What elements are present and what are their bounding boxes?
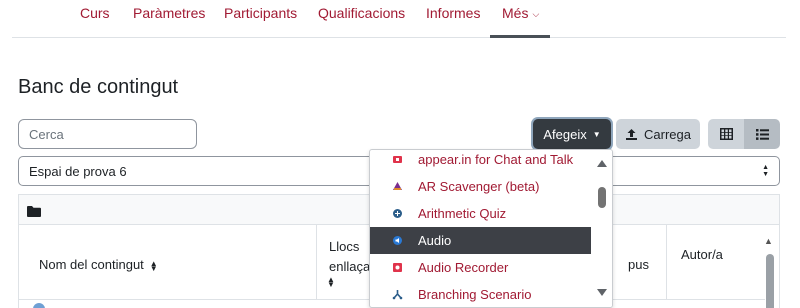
column-header-author[interactable]: Autor/a: [667, 225, 765, 299]
nav-item-course[interactable]: Curs: [80, 5, 110, 21]
menu-item-label: Audio: [418, 233, 452, 248]
nav-item-grades[interactable]: Qualificacions: [318, 5, 405, 21]
scroll-down-arrow-icon[interactable]: [597, 289, 607, 296]
add-button-label: Afegeix: [543, 126, 587, 142]
menu-item-ar-scavenger[interactable]: AR Scavenger (beta): [370, 173, 591, 200]
menu-item-appear-in[interactable]: appear.in for Chat and Talk: [370, 150, 591, 173]
menu-scrollbar-thumb[interactable]: [598, 187, 606, 208]
column-header-name-label: Nom del contingut: [39, 257, 144, 272]
upload-button-label: Carrega: [644, 126, 691, 142]
grid-view-button[interactable]: [708, 119, 744, 149]
menu-item-audio[interactable]: Audio: [370, 227, 591, 254]
menu-item-audio-recorder[interactable]: Audio Recorder: [370, 254, 591, 281]
menu-item-label: Arithmetic Quiz: [418, 206, 507, 221]
select-arrows-icon: ▲ ▼: [762, 164, 769, 178]
menu-item-arithmetic-quiz[interactable]: Arithmetic Quiz: [370, 200, 591, 227]
chevron-down-icon: ▼: [592, 129, 601, 139]
grid-icon: [719, 128, 733, 140]
sort-icon: ▲ ▼: [149, 258, 158, 273]
nav-item-more-label: Més: [502, 5, 529, 21]
add-button[interactable]: Afegeix ▼: [533, 119, 611, 149]
menu-item-label: Branching Scenario: [418, 287, 532, 302]
menu-item-label: appear.in for Chat and Talk: [418, 152, 574, 167]
scroll-up-icon: ▲: [764, 236, 773, 246]
scroll-up-arrow-icon[interactable]: [597, 160, 607, 167]
nav-item-settings[interactable]: Paràmetres: [133, 5, 205, 21]
nav-item-more[interactable]: Més ⌵: [490, 5, 550, 38]
nav-item-reports[interactable]: Informes: [426, 5, 480, 21]
column-header-name[interactable]: Nom del contingut ▲ ▼: [19, 225, 317, 299]
context-select-value: Espai de prova 6: [29, 163, 127, 179]
branching-scenario-icon: [392, 289, 403, 300]
upload-button[interactable]: Carrega: [616, 119, 700, 149]
nav-item-participants[interactable]: Participants: [224, 5, 297, 21]
list-view-button[interactable]: [744, 119, 780, 149]
page-title: Banc de contingut: [18, 76, 179, 98]
menu-scrollbar[interactable]: [592, 150, 612, 307]
menu-item-branching-scenario[interactable]: Branching Scenario: [370, 281, 591, 307]
table-scrollbar[interactable]: ▲: [763, 234, 777, 308]
appear-in-icon: [392, 154, 403, 165]
upload-icon: [625, 128, 638, 141]
content-type-icon: [33, 303, 45, 308]
menu-item-label: AR Scavenger (beta): [418, 179, 540, 194]
audio-recorder-icon: [392, 262, 403, 273]
table-scrollbar-thumb[interactable]: [766, 254, 774, 308]
content-bank-page: Curs Paràmetres Participants Qualificaci…: [0, 0, 800, 308]
list-icon: [755, 128, 769, 140]
secondary-nav: Curs Paràmetres Participants Qualificaci…: [12, 0, 786, 38]
column-header-author-label: Autor/a: [681, 247, 723, 262]
search-input[interactable]: [18, 119, 197, 149]
column-header-type-label: pus: [628, 257, 649, 272]
column-header-type[interactable]: pus: [609, 225, 667, 299]
folder-icon: [27, 204, 41, 222]
sort-icon: ▲ ▼: [327, 275, 335, 289]
audio-icon: [392, 235, 403, 246]
add-content-menu: appear.in for Chat and Talk AR Scavenger…: [369, 149, 613, 308]
ar-scavenger-icon: [392, 181, 403, 192]
arithmetic-quiz-icon: [392, 208, 403, 219]
chevron-down-icon: ⌵: [532, 9, 540, 19]
menu-item-label: Audio Recorder: [418, 260, 509, 275]
